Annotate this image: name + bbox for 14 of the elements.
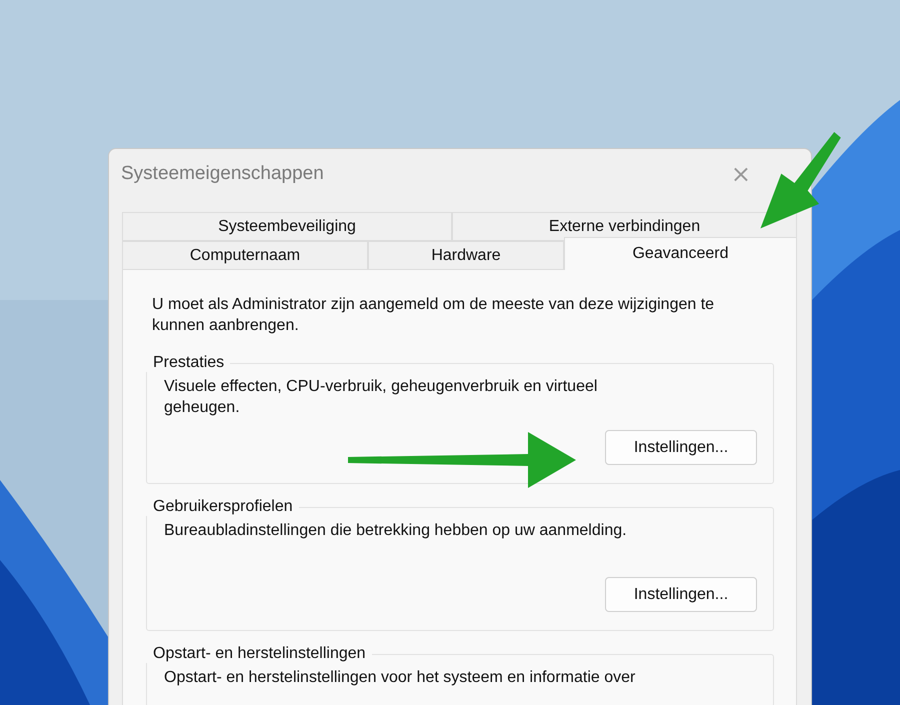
window-title: Systeemeigenschappen — [121, 163, 324, 185]
group-title: Prestaties — [146, 354, 230, 372]
tab[interactable]: Systeembeveiliging — [122, 212, 452, 241]
group-title: Opstart- en herstelinstellingen — [146, 645, 372, 663]
group-description: Opstart- en herstelinstellingen voor het systeem en informatie over — [164, 668, 636, 688]
settings-button[interactable]: Instellingen... — [605, 577, 757, 612]
tab[interactable]: Geavanceerd — [564, 237, 797, 270]
notice-text: U moet als Administrator zijn aangemeld om de meeste van deze wijzigingen te kunnen aanbrengen. — [152, 295, 716, 336]
group-title: Gebruikersprofielen — [146, 498, 299, 516]
group-description: Bureaubladinstellingen die betrekking hebben op uw aanmelding. — [164, 521, 628, 541]
settings-button[interactable]: Instellingen... — [605, 430, 757, 465]
group-description: Visuele effecten, CPU-verbruik, geheugenverbruik en virtueel geheugen. — [164, 377, 598, 418]
tab[interactable]: Computernaam — [122, 241, 368, 270]
tab[interactable]: Hardware — [368, 241, 564, 270]
